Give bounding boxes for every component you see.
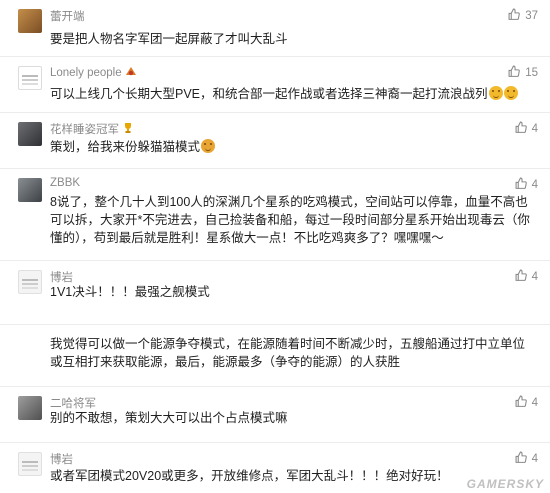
comment-list: 蕾开端 37 要是把人物名字军团一起屏蔽了才叫大乱斗 Lonely people…	[0, 0, 550, 493]
comment-item: Lonely people 15 可以上线几个长期大型PVE，和统合部一起作战或…	[0, 56, 550, 112]
moneybag-emoji-icon	[201, 139, 216, 153]
medal-icon	[125, 67, 136, 76]
comment-text: 1V1决斗！！！最强之舰模式	[50, 285, 210, 299]
like-count: 15	[525, 67, 538, 79]
comment-text: 可以上线几个长期大型PVE，和统合部一起作战或者选择三神裔一起打流浪战列	[50, 85, 530, 103]
like-button[interactable]: 15	[508, 65, 538, 79]
comment-item: 我觉得可以做一个能源争夺模式，在能源随着时间不断减少时，五艘船通过打中立单位或互…	[0, 324, 550, 386]
like-button[interactable]: 4	[515, 451, 538, 465]
comment-item: 博岩 4 1V1决斗！！！最强之舰模式	[0, 260, 550, 324]
comment-item: 蕾开端 37 要是把人物名字军团一起屏蔽了才叫大乱斗	[0, 0, 550, 56]
avatar[interactable]	[18, 9, 42, 33]
comment-item: ZBBK 4 8说了，整个几十人到100人的深渊几个星系的吃鸡模式，空间站可以停…	[0, 168, 550, 260]
like-button[interactable]: 4	[515, 121, 538, 135]
comment-nickname[interactable]: 花样睡姿冠军	[50, 121, 134, 137]
avatar[interactable]	[18, 178, 42, 202]
comment-text: 我觉得可以做一个能源争夺模式，在能源随着时间不断减少时，五艘船通过打中立单位或互…	[50, 337, 526, 369]
comment-text: 或者军团模式20V20或更多，开放维修点，军团大乱斗！！！绝对好玩！	[50, 469, 449, 483]
grin-emoji-icon	[488, 86, 503, 100]
thumbs-up-icon	[515, 451, 527, 463]
like-button[interactable]: 4	[515, 269, 538, 283]
comment-text: 8说了，整个几十人到100人的深渊几个星系的吃鸡模式，空间站可以停靠，血量不高也…	[50, 195, 530, 245]
avatar[interactable]	[18, 452, 42, 476]
comment-nickname[interactable]: 蕾开端	[50, 8, 85, 24]
trophy-icon	[125, 123, 131, 133]
like-count: 4	[531, 453, 538, 465]
avatar[interactable]	[18, 270, 42, 294]
like-count: 37	[525, 10, 538, 22]
thumbs-up-icon	[515, 269, 527, 281]
site-watermark: GAMERSKY	[466, 477, 544, 491]
thumbs-up-icon	[515, 395, 527, 407]
like-button[interactable]: 4	[515, 177, 538, 191]
grin-emoji-icon	[503, 86, 518, 100]
thumbs-up-icon	[508, 65, 521, 77]
like-count: 4	[531, 179, 538, 191]
comment-item: 花样睡姿冠军 4 策划，给我来份躲猫猫模式	[0, 112, 550, 168]
comment-text: 要是把人物名字军团一起屏蔽了才叫大乱斗	[50, 32, 288, 46]
avatar[interactable]	[18, 66, 42, 90]
comment-nickname[interactable]: 博岩	[50, 451, 73, 467]
like-count: 4	[531, 271, 538, 283]
like-button[interactable]: 4	[515, 395, 538, 409]
comment-item: 二哈将军 4 别的不敢想，策划大大可以出个占点模式嘛	[0, 386, 550, 442]
avatar[interactable]	[18, 396, 42, 420]
comment-text: 别的不敢想，策划大大可以出个占点模式嘛	[50, 411, 288, 425]
thumbs-up-icon	[508, 8, 521, 20]
comment-nickname[interactable]: ZBBK	[50, 177, 80, 189]
thumbs-up-icon	[515, 121, 527, 133]
thumbs-up-icon	[515, 177, 527, 189]
avatar[interactable]	[18, 122, 42, 146]
like-count: 4	[531, 397, 538, 409]
comment-nickname[interactable]: Lonely people	[50, 65, 137, 79]
like-button[interactable]: 37	[508, 8, 538, 22]
comment-text: 策划，给我来份躲猫猫模式	[50, 138, 530, 156]
like-count: 4	[531, 123, 538, 135]
